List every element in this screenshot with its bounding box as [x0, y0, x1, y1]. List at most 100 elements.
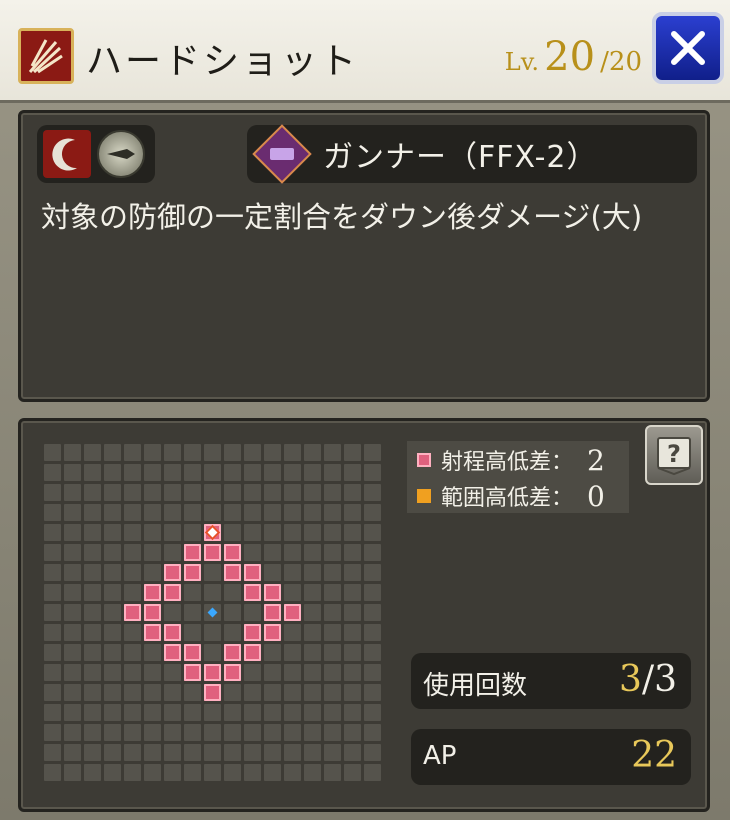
grid-cell — [124, 524, 141, 541]
grid-cell — [324, 664, 341, 681]
grid-cell — [364, 444, 381, 461]
grid-cell — [44, 564, 61, 581]
grid-cell — [84, 544, 101, 561]
range-cell — [284, 604, 301, 621]
grid-cell — [104, 444, 121, 461]
grid-cell — [344, 744, 361, 761]
grid-cell — [44, 624, 61, 641]
grid-cell — [144, 664, 161, 681]
grid-cell — [344, 604, 361, 621]
grid-cell — [364, 764, 381, 781]
grid-cell — [364, 604, 381, 621]
grid-cell — [64, 604, 81, 621]
grid-cell — [244, 664, 261, 681]
grid-cell — [104, 604, 121, 621]
range-cell — [144, 584, 161, 601]
grid-cell — [144, 524, 161, 541]
grid-cell — [304, 664, 321, 681]
grid-cell — [344, 664, 361, 681]
grid-cell — [344, 524, 361, 541]
grid-cell — [264, 684, 281, 701]
grid-cell — [304, 484, 321, 501]
range-cell — [224, 544, 241, 561]
grid-cell — [324, 524, 341, 541]
range-cell — [204, 664, 221, 681]
grid-cell — [104, 704, 121, 721]
grid-cell — [84, 764, 101, 781]
grid-cell — [244, 484, 261, 501]
grid-cell — [204, 764, 221, 781]
grid-cell — [224, 504, 241, 521]
grid-cell — [244, 764, 261, 781]
grid-cell — [224, 724, 241, 741]
ap-stat: AP 22 — [411, 729, 691, 785]
grid-cell — [244, 444, 261, 461]
grid-cell — [164, 444, 181, 461]
grid-cell — [264, 764, 281, 781]
grid-cell — [284, 504, 301, 521]
range-cell — [224, 564, 241, 581]
grid-cell — [104, 504, 121, 521]
grid-cell — [344, 544, 361, 561]
grid-cell — [144, 544, 161, 561]
grid-cell — [164, 764, 181, 781]
grid-cell — [324, 484, 341, 501]
grid-cell — [104, 584, 121, 601]
grid-cell — [64, 704, 81, 721]
grid-cell — [184, 764, 201, 781]
grid-cell — [264, 444, 281, 461]
target-cell — [204, 524, 221, 541]
range-grid — [43, 443, 383, 783]
grid-cell — [44, 584, 61, 601]
grid-cell — [284, 664, 301, 681]
grid-cell — [324, 584, 341, 601]
grid-cell — [364, 704, 381, 721]
grid-cell — [324, 744, 341, 761]
grid-cell — [364, 464, 381, 481]
grid-cell — [64, 724, 81, 741]
grid-cell — [104, 524, 121, 541]
grid-cell — [144, 504, 161, 521]
grid-cell — [344, 484, 361, 501]
grid-cell — [144, 684, 161, 701]
grid-cell — [84, 604, 101, 621]
grid-cell — [364, 504, 381, 521]
grid-cell — [44, 444, 61, 461]
range-cell — [244, 584, 261, 601]
close-button[interactable] — [652, 12, 724, 84]
grid-cell — [124, 704, 141, 721]
grid-cell — [84, 584, 101, 601]
grid-cell — [44, 744, 61, 761]
grid-cell — [124, 444, 141, 461]
grid-cell — [124, 684, 141, 701]
grid-cell — [244, 504, 261, 521]
grid-cell — [284, 564, 301, 581]
grid-cell — [124, 544, 141, 561]
grid-cell — [284, 704, 301, 721]
grid-cell — [224, 524, 241, 541]
range-cell — [224, 664, 241, 681]
grid-cell — [284, 684, 301, 701]
grid-cell — [144, 744, 161, 761]
grid-cell — [64, 504, 81, 521]
range-panel: 射程高低差： 2 範囲高低差： 0 ? 使用回数 3/3 AP 22 — [18, 418, 710, 812]
grid-cell — [144, 484, 161, 501]
help-button[interactable]: ? — [645, 425, 703, 485]
grid-cell — [264, 464, 281, 481]
grid-cell — [84, 624, 101, 641]
grid-cell — [64, 544, 81, 561]
grid-cell — [84, 524, 101, 541]
grid-cell — [224, 744, 241, 761]
grid-cell — [104, 564, 121, 581]
grid-cell — [84, 504, 101, 521]
grid-cell — [64, 564, 81, 581]
grid-cell — [64, 624, 81, 641]
grid-cell — [264, 484, 281, 501]
grid-cell — [104, 764, 121, 781]
grid-cell — [64, 484, 81, 501]
grid-cell — [104, 744, 121, 761]
grid-cell — [344, 764, 361, 781]
area-swatch — [417, 489, 431, 503]
grid-cell — [64, 644, 81, 661]
range-cell — [264, 624, 281, 641]
